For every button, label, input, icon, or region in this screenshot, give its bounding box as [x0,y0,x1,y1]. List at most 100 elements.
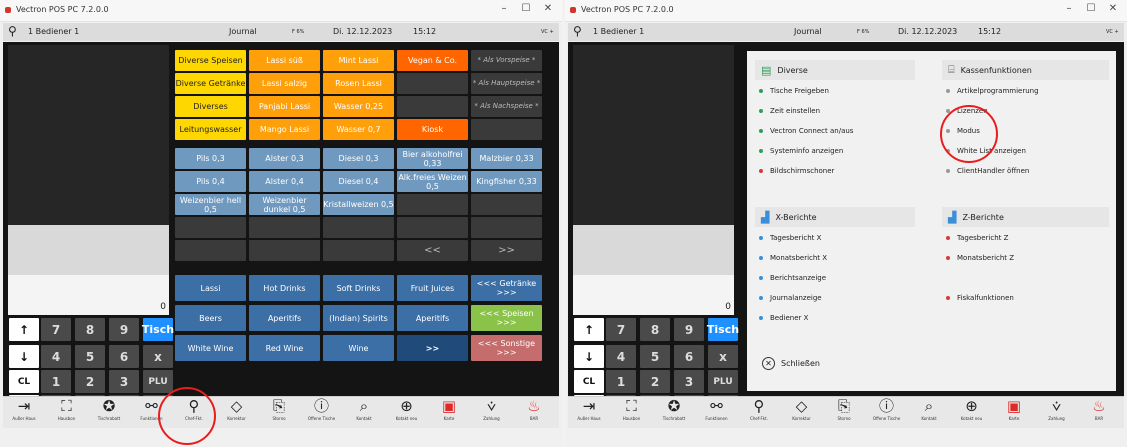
operator-name[interactable]: 1 Bediener 1 [593,27,644,36]
toolbar-button[interactable]: ♨ BAR [1080,397,1118,429]
key-6[interactable]: 6 [674,345,704,368]
minimize-button[interactable]: – [1060,3,1078,14]
menu-item[interactable]: Fiskalfunktionen [946,294,1014,302]
key-1[interactable]: 1 [606,370,636,393]
toolbar-button[interactable]: ⎘ Storno [260,397,298,429]
product-button[interactable]: Fruit Juices [397,275,468,301]
menu-item[interactable]: Vectron Connect an/aus [759,127,853,135]
product-button[interactable]: Aperitifs [249,305,320,331]
product-button[interactable]: Wine [323,335,394,361]
key-up[interactable]: ↑ [9,318,39,341]
product-button[interactable]: <<< Sonstige >>> [471,335,542,361]
product-button[interactable]: Beers [175,305,246,331]
product-button[interactable]: Diesel 0,3 [323,148,394,169]
toolbar-button[interactable]: ⚯ Funktionen [698,397,736,429]
key-9[interactable]: 9 [109,318,139,341]
key-multiply[interactable]: x [708,345,738,368]
menu-item[interactable]: Artikelprogrammierung [946,87,1039,95]
menu-item[interactable]: ClientHandler öffnen [946,167,1029,175]
key-tisch[interactable]: Tisch [142,318,174,341]
key-2[interactable]: 2 [640,370,670,393]
product-button[interactable]: Diesel 0,4 [323,171,394,192]
product-button[interactable]: Wasser 0,7 [323,119,394,140]
key-4[interactable]: 4 [606,345,636,368]
key-clear[interactable]: CL [9,370,39,393]
key-multiply[interactable]: x [143,345,173,368]
product-button[interactable]: Aperitifs [397,305,468,331]
key-down[interactable]: ↓ [574,345,604,368]
product-button[interactable]: (Indian) Spirits [323,305,394,331]
toolbar-button[interactable]: ⛶ Hausbon [613,397,651,429]
toolbar-button[interactable]: ◇ Korrektur [783,397,821,429]
menu-item[interactable]: Zeit einstellen [759,107,820,115]
maximize-button[interactable]: ☐ [1082,3,1100,14]
key-clear[interactable]: CL [574,370,604,393]
product-button[interactable]: Pils 0,3 [175,148,246,169]
product-button[interactable]: Bier alkoholfrei 0,33 [397,148,468,169]
menu-item[interactable]: Monatsbericht X [759,254,827,262]
product-button[interactable]: Diverse Getränke [175,73,246,94]
product-button[interactable]: Wasser 0,25 [323,96,394,117]
product-button[interactable]: Diverses [175,96,246,117]
key-plu[interactable]: PLU [708,370,738,393]
product-button[interactable]: Alster 0,4 [249,171,320,192]
key-8[interactable]: 8 [75,318,105,341]
menu-item[interactable]: Tische Freigeben [759,87,829,95]
product-button[interactable]: Kingfisher 0,33 [471,171,542,192]
product-button[interactable]: Vegan & Co. [397,50,468,71]
product-button[interactable]: * Als Hauptspeise * [471,73,542,94]
product-button[interactable]: * Als Vorspeise * [471,50,542,71]
toolbar-button[interactable]: ♨ BAR [515,397,553,429]
close-button[interactable]: ✕ [539,3,557,14]
key-9[interactable]: 9 [674,318,704,341]
product-button[interactable]: Kristallweizen 0,5 [323,194,394,215]
menu-item[interactable]: Systeminfo anzeigen [759,147,843,155]
product-button[interactable]: Alster 0,3 [249,148,320,169]
product-button[interactable]: Malzbier 0,33 [471,148,542,169]
key-7[interactable]: 7 [606,318,636,341]
product-button[interactable]: Diverse Speisen [175,50,246,71]
key-3[interactable]: 3 [674,370,704,393]
product-button[interactable]: Mango Lassi [249,119,320,140]
toolbar-button[interactable]: ◇ Korrektur [218,397,256,429]
toolbar-button[interactable]: ⩒ Zahlung [1038,397,1076,429]
key-8[interactable]: 8 [640,318,670,341]
key-6[interactable]: 6 [109,345,139,368]
product-button[interactable]: Weizenbier dunkel 0,5 [249,194,320,215]
key-tisch[interactable]: Tisch [707,318,739,341]
product-button[interactable]: Rosen Lassi [323,73,394,94]
product-button[interactable]: Panjabi Lassi [249,96,320,117]
toolbar-button[interactable]: ✪ Tischrabatt [655,397,693,429]
product-button[interactable]: Leitungswasser [175,119,246,140]
key-up[interactable]: ↑ [574,318,604,341]
product-button[interactable]: Hot Drinks [249,275,320,301]
toolbar-button[interactable]: ▣ Karte [995,397,1033,429]
product-button[interactable]: * Als Nachspeise * [471,96,542,117]
key-5[interactable]: 5 [640,345,670,368]
product-button[interactable]: >> [471,240,542,261]
toolbar-button[interactable]: ⓘ Offene Tische [303,397,341,429]
key-3[interactable]: 3 [109,370,139,393]
toolbar-button[interactable]: ⚲ Chef-Fkt. [740,397,778,429]
menu-item[interactable]: Tagesbericht X [759,234,821,242]
key-down[interactable]: ↓ [9,345,39,368]
menu-item[interactable]: Journalanzeige [759,294,822,302]
product-button[interactable]: Alk.freies Weizen 0,5 [397,171,468,192]
product-button[interactable]: Mint Lassi [323,50,394,71]
product-button[interactable]: Kiosk [397,119,468,140]
product-button[interactable]: Lassi salzig [249,73,320,94]
product-button[interactable]: White Wine [175,335,246,361]
menu-item[interactable]: Bildschirmschoner [759,167,834,175]
menu-item[interactable]: Monatsbericht Z [946,254,1014,262]
key-5[interactable]: 5 [75,345,105,368]
product-button[interactable]: Red Wine [249,335,320,361]
operator-name[interactable]: 1 Bediener 1 [28,27,79,36]
toolbar-button[interactable]: ▣ Karte [430,397,468,429]
toolbar-button[interactable]: ⎘ Storno [825,397,863,429]
toolbar-button[interactable]: ⩒ Zahlung [473,397,511,429]
key-2[interactable]: 2 [75,370,105,393]
toolbar-button[interactable]: ⛶ Hausbon [48,397,86,429]
key-plu[interactable]: PLU [143,370,173,393]
close-menu-button[interactable]: ✕ Schließen [762,357,820,370]
menu-item[interactable]: Tagesbericht Z [946,234,1008,242]
